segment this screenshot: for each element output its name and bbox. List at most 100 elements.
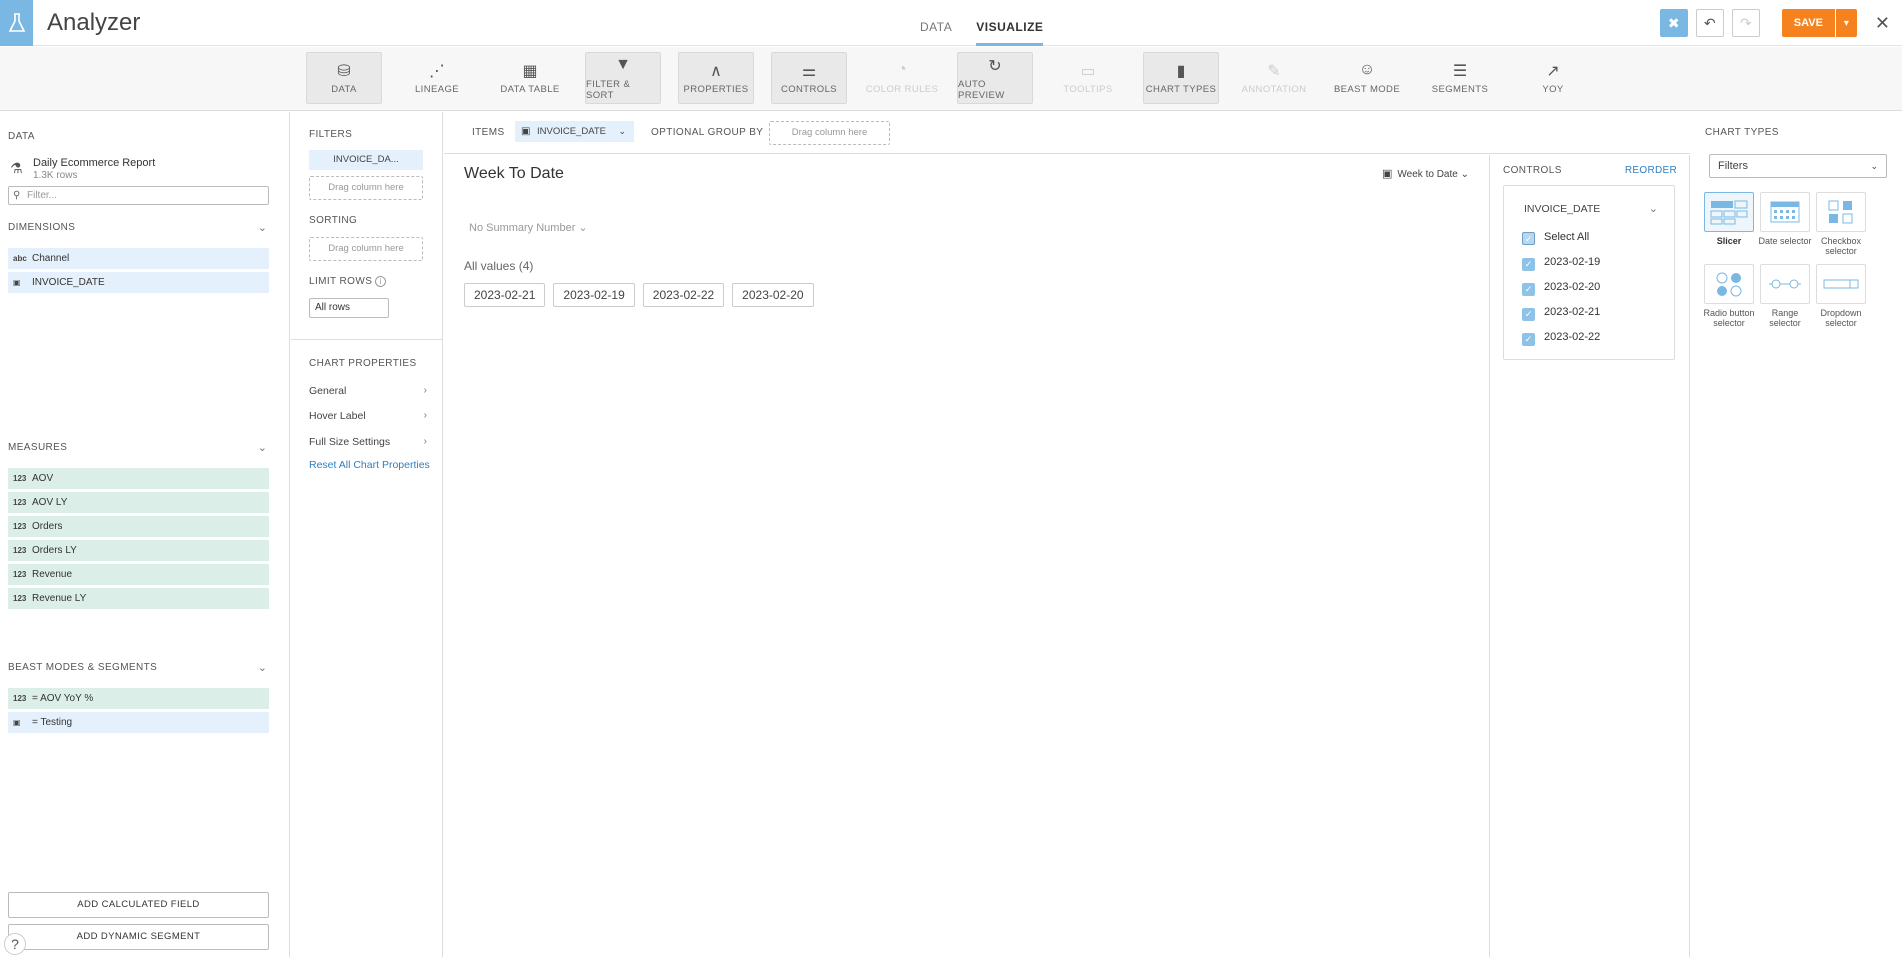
- item-pill-invoice-date[interactable]: ▣ INVOICE_DATE ⌄: [515, 121, 634, 142]
- measures-collapse-icon[interactable]: ⌄: [258, 441, 267, 454]
- radio-button-selector-tile[interactable]: [1704, 264, 1754, 304]
- help-icon[interactable]: ?: [4, 933, 26, 955]
- tab-data[interactable]: DATA: [920, 0, 952, 46]
- value-chip[interactable]: 2023-02-19: [553, 283, 635, 307]
- beast-modes-collapse-icon[interactable]: ⌄: [258, 661, 267, 674]
- add-dynamic-segment-button[interactable]: ADD DYNAMIC SEGMENT: [8, 924, 269, 950]
- tool-properties[interactable]: ∧ PROPERTIES: [678, 52, 754, 104]
- field-orders-ly[interactable]: 123 Orders LY: [8, 540, 269, 561]
- option-checkbox[interactable]: ✓ 2023-02-21: [1522, 305, 1600, 321]
- field-revenue-ly[interactable]: 123 Revenue LY: [8, 588, 269, 609]
- option-checkbox[interactable]: ✓ 2023-02-22: [1522, 330, 1600, 346]
- field-aov[interactable]: 123 AOV: [8, 468, 269, 489]
- info-icon[interactable]: i: [375, 276, 387, 287]
- sorting-drop-zone[interactable]: Drag column here: [309, 237, 423, 261]
- option-checkbox[interactable]: ✓ 2023-02-20: [1522, 280, 1600, 296]
- chevron-down-icon[interactable]: ⌄: [1649, 202, 1658, 215]
- bar-chart-icon: ▮: [1176, 63, 1186, 80]
- save-options-button[interactable]: ▾: [1834, 9, 1857, 37]
- dataset-name[interactable]: Daily Ecommerce Report: [33, 157, 155, 169]
- slicer-tile[interactable]: [1704, 192, 1754, 232]
- tool-yoy[interactable]: ↗ YOY: [1515, 52, 1591, 104]
- checkbox-icon: ✓: [1522, 308, 1535, 321]
- reset-chart-properties-link[interactable]: Reset All Chart Properties: [309, 459, 430, 471]
- reorder-link[interactable]: REORDER: [1625, 165, 1677, 176]
- redo-button[interactable]: ↷: [1731, 9, 1760, 37]
- group-by-label: OPTIONAL GROUP BY: [651, 127, 764, 138]
- data-section-label: DATA: [8, 131, 35, 142]
- table-icon: ▦: [522, 63, 538, 80]
- tool-annotation[interactable]: ✎ ANNOTATION: [1236, 52, 1312, 104]
- tool-filter-sort[interactable]: ▼ FILTER & SORT: [585, 52, 661, 104]
- number-type-icon: 123: [13, 694, 27, 703]
- tool-segments[interactable]: ☰ SEGMENTS: [1422, 52, 1498, 104]
- filter-drop-zone[interactable]: Drag column here: [309, 176, 423, 200]
- items-label: ITEMS: [472, 127, 505, 138]
- data-panel: DATA ⚗ Daily Ecommerce Report 1.3K rows …: [0, 112, 290, 957]
- filter-pill-invoice-date[interactable]: INVOICE_DA...: [309, 150, 423, 170]
- tools-button[interactable]: ✖: [1659, 9, 1688, 37]
- radio-icon: [1716, 272, 1742, 297]
- tool-color-rules[interactable]: ◔ COLOR RULES: [864, 52, 940, 104]
- checkbox-icon: ✓: [1522, 258, 1535, 271]
- field-testing[interactable]: ▣ = Testing: [8, 712, 269, 733]
- flask-logo-icon[interactable]: [0, 0, 33, 46]
- add-calculated-field-button[interactable]: ADD CALCULATED FIELD: [8, 892, 269, 918]
- prop-full-size-settings[interactable]: Full Size Settings ›: [309, 436, 427, 448]
- summary-number-selector[interactable]: No Summary Number ⌄: [469, 221, 588, 234]
- field-orders[interactable]: 123 Orders: [8, 516, 269, 537]
- value-chip[interactable]: 2023-02-21: [464, 283, 546, 307]
- tool-data-table[interactable]: ▦ DATA TABLE: [492, 52, 568, 104]
- checkbox-selector-tile[interactable]: [1816, 192, 1866, 232]
- beast-modes-label: BEAST MODES & SEGMENTS: [8, 662, 158, 673]
- value-chip[interactable]: 2023-02-22: [642, 283, 725, 307]
- slicer-icon: [1710, 200, 1748, 225]
- date-selector-tile[interactable]: [1760, 192, 1810, 232]
- all-values-label: All values (4): [464, 259, 534, 273]
- prop-general[interactable]: General ›: [309, 385, 427, 397]
- tool-data[interactable]: ⛁ DATA: [306, 52, 382, 104]
- chevron-down-icon: ▾: [1843, 17, 1849, 29]
- field-invoice-date[interactable]: ▣ INVOICE_DATE: [8, 272, 269, 293]
- range-selector-label: Range selector: [1769, 308, 1801, 328]
- close-icon[interactable]: ✕: [1875, 13, 1890, 34]
- tool-auto-preview[interactable]: ↻ AUTO PREVIEW: [957, 52, 1033, 104]
- chart-family-select[interactable]: Filters ⌄: [1709, 154, 1887, 178]
- calendar-icon: ▣: [13, 718, 21, 727]
- tab-visualize[interactable]: VISUALIZE: [976, 0, 1044, 46]
- tool-tooltips[interactable]: ▭ TOOLTIPS: [1050, 52, 1126, 104]
- tool-chart-types[interactable]: ▮ CHART TYPES: [1143, 52, 1219, 104]
- save-button[interactable]: SAVE: [1781, 9, 1835, 37]
- palette-icon: ◔: [897, 61, 907, 78]
- limit-rows-label: LIMIT ROWS i: [309, 276, 387, 287]
- period-selector[interactable]: ▣ Week to Date ⌄: [1382, 167, 1469, 180]
- field-aov-yoy[interactable]: 123 = AOV YoY %: [8, 688, 269, 709]
- field-revenue[interactable]: 123 Revenue: [8, 564, 269, 585]
- text-type-icon: abc: [13, 254, 27, 263]
- limit-rows-input[interactable]: All rows: [309, 298, 389, 318]
- divider: [291, 339, 443, 340]
- field-channel[interactable]: abc Channel: [8, 248, 269, 269]
- dimensions-collapse-icon[interactable]: ⌄: [258, 221, 267, 234]
- option-checkbox[interactable]: ✓ 2023-02-19: [1522, 255, 1600, 271]
- tool-beast-mode[interactable]: ☺ BEAST MODE: [1329, 52, 1405, 104]
- value-chips: 2023-02-21 2023-02-19 2023-02-22 2023-02…: [464, 283, 814, 307]
- field-aov-ly[interactable]: 123 AOV LY: [8, 492, 269, 513]
- tool-controls[interactable]: ⚌ CONTROLS: [771, 52, 847, 104]
- value-chip[interactable]: 2023-02-20: [732, 283, 814, 307]
- chart-title[interactable]: Week To Date: [464, 165, 564, 183]
- top-bar: Analyzer DATA VISUALIZE ✖ ↶ ↷ SAVE ▾ ✕: [0, 0, 1902, 46]
- tool-lineage[interactable]: ⋰ LINEAGE: [399, 52, 475, 104]
- checkbox-icon: ✓: [1522, 283, 1535, 296]
- range-selector-tile[interactable]: [1760, 264, 1810, 304]
- select-all-checkbox[interactable]: ✓ Select All: [1522, 230, 1589, 246]
- prop-hover-label[interactable]: Hover Label ›: [309, 410, 427, 422]
- calendar-icon: ▣: [13, 278, 21, 287]
- group-by-drop-zone[interactable]: Drag column here: [769, 121, 890, 145]
- checkbox-icon: ✓: [1522, 232, 1535, 245]
- number-type-icon: 123: [13, 498, 27, 507]
- field-filter-input[interactable]: ⚲ Filter...: [8, 186, 269, 205]
- dropdown-selector-tile[interactable]: [1816, 264, 1866, 304]
- undo-button[interactable]: ↶: [1695, 9, 1724, 37]
- top-actions: ✖ ↶ ↷ SAVE ▾ ✕: [1659, 9, 1902, 37]
